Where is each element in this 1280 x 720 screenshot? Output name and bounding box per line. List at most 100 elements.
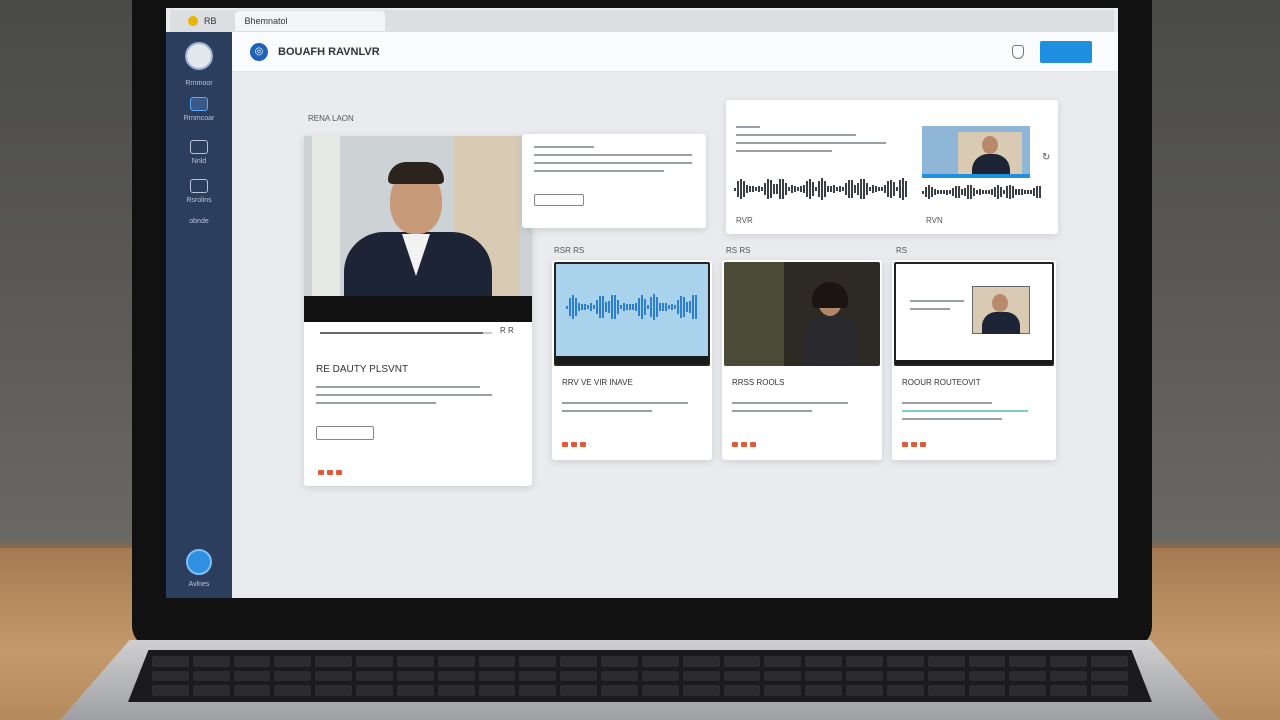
waveform-bar [937, 189, 939, 195]
browser-tab[interactable]: RB [178, 11, 227, 31]
sidebar: Rrnmoor Rrnmcoar Nnld Rsrolins obnde Avl… [166, 32, 232, 598]
waveform-bar [767, 179, 769, 199]
waveform-bar [821, 178, 823, 200]
waveform-bar [1000, 187, 1002, 197]
transcript-left-label: RVR [736, 216, 753, 225]
waveform-bar [626, 304, 628, 310]
keyboard-key [1009, 670, 1047, 682]
waveform-bar [680, 296, 682, 318]
keyboard-key [315, 685, 353, 696]
featured-title: RE DAUTY PLSVNT [316, 364, 409, 375]
primary-action-button[interactable] [1040, 40, 1092, 63]
keyboard-key [1091, 656, 1128, 667]
waveform-bar [827, 185, 829, 193]
keyboard-key [437, 656, 475, 667]
waveform-bar [1036, 185, 1038, 199]
keyboard-key [560, 685, 598, 696]
keyboard-key [478, 685, 516, 696]
waveform-bar [596, 300, 598, 314]
waveform-bar [791, 185, 793, 193]
info-panel [522, 134, 706, 228]
keyboard-key [152, 685, 189, 696]
sidebar-item-calendar[interactable]: Rsrolins [186, 179, 212, 204]
waveform-bar [881, 186, 883, 192]
rating-stars [318, 470, 342, 475]
keyboard-key [1050, 670, 1088, 682]
keyboard-key [274, 656, 312, 667]
video-thumbnail[interactable] [922, 126, 1030, 178]
waveform-bar [899, 180, 901, 198]
sidebar-profile-label: Avlnes [188, 581, 210, 588]
waveform-bar [599, 295, 601, 319]
waveform-bar [1003, 190, 1005, 194]
waveform-bar [632, 304, 634, 310]
media-card[interactable]: RRV VE VIR INAVE [552, 260, 712, 460]
sidebar-item-label: Nnld [191, 158, 207, 165]
keyboard-key [723, 670, 761, 682]
waveform-bar [952, 187, 954, 197]
keyboard-key [519, 685, 557, 696]
sidebar-item-chat[interactable]: Nnld [190, 140, 208, 165]
laptop-keyboard [128, 650, 1152, 702]
waveform-bar [955, 185, 957, 199]
waveform-bar [578, 303, 580, 311]
waveform-bar [737, 181, 739, 197]
media-card[interactable]: RRSS ROOLS [722, 260, 882, 460]
waveform-bar [931, 186, 933, 198]
waveform-bar [809, 179, 811, 199]
keyboard-key [764, 685, 802, 696]
waveform-bar [686, 302, 688, 312]
keyboard-key [396, 685, 434, 696]
calendar-icon [189, 179, 208, 193]
waveform-bar [740, 178, 742, 200]
refresh-icon[interactable]: ↻ [1042, 152, 1050, 163]
waveform-bar [928, 185, 930, 199]
app-logo-icon[interactable] [185, 42, 213, 70]
waveform-bar [863, 178, 865, 200]
media-card[interactable]: ROOUR ROUTEOVIT [892, 260, 1056, 460]
keyboard-key [682, 670, 720, 682]
keyboard-key [1009, 656, 1047, 667]
waveform-bar [878, 187, 880, 191]
screen-thumbnail[interactable] [894, 262, 1054, 366]
waveform-bar [1006, 186, 1008, 198]
waveform-bar [973, 187, 975, 197]
keyboard-key [927, 656, 965, 667]
featured-video-thumbnail[interactable] [304, 136, 532, 322]
browser-tab-active[interactable]: Bhemnatol [234, 11, 385, 31]
waveform-bar [617, 300, 619, 314]
waveform-bar [788, 187, 790, 191]
sidebar-item-settings[interactable]: obnde [189, 218, 208, 225]
keyboard-key [233, 670, 271, 682]
waveform-bar [620, 305, 622, 309]
waveform-bar [922, 190, 924, 194]
keyboard-key [641, 656, 679, 667]
portrait-thumbnail[interactable] [724, 262, 880, 366]
waveform-bar [812, 181, 814, 197]
waveform-bar [569, 297, 571, 317]
audio-waveform[interactable] [734, 176, 914, 202]
section-label: RENA LAON [308, 114, 354, 123]
waveform-bar [982, 189, 984, 195]
avatar[interactable] [186, 549, 212, 575]
sidebar-item-people[interactable]: Rrnmcoar [184, 97, 214, 122]
info-panel-button[interactable] [534, 194, 584, 206]
keyboard-key [601, 656, 638, 667]
featured-video-card[interactable]: R R RE DAUTY PLSVNT [304, 136, 532, 486]
sidebar-item-home[interactable]: Rrnmoor [185, 80, 212, 87]
waveform-bar [934, 189, 936, 195]
keyboard-key [682, 685, 720, 696]
waveform-bar [758, 185, 760, 193]
shield-icon[interactable] [1012, 44, 1024, 59]
sidebar-profile[interactable]: Avlnes [186, 549, 212, 588]
waveform-bar [1015, 189, 1017, 195]
featured-action-button[interactable] [316, 426, 374, 440]
transcript-right-label: RVN [926, 216, 943, 225]
waveform-thumbnail[interactable] [554, 262, 710, 366]
keyboard-key [437, 685, 475, 696]
waveform-bar [584, 303, 586, 311]
keyboard-key [723, 656, 761, 667]
audio-waveform[interactable] [922, 184, 1050, 200]
video-progress-bar[interactable] [320, 332, 492, 334]
waveform-bar [994, 186, 996, 198]
